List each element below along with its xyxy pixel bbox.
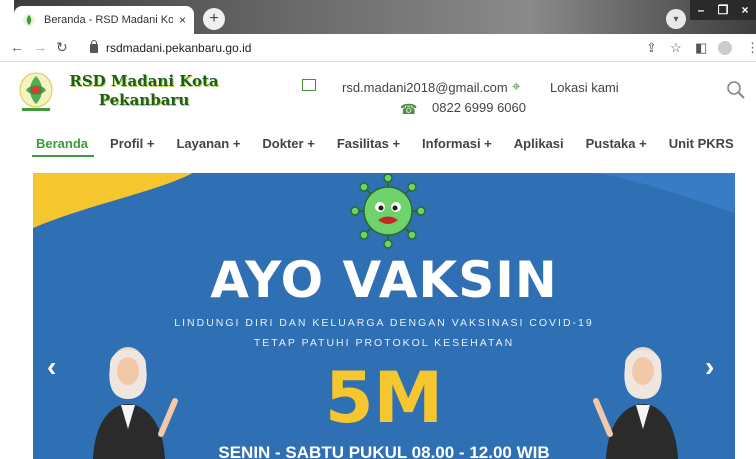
bookmark-star-icon[interactable]: ☆ xyxy=(670,40,682,56)
url-text: rsdmadani.pekanbaru.go.id xyxy=(106,41,252,55)
nav-item-beranda[interactable]: Beranda xyxy=(31,136,95,157)
maximize-button[interactable]: ❐ xyxy=(712,0,734,20)
carousel-prev-arrow-icon[interactable]: ‹ xyxy=(47,351,56,383)
carousel-next-arrow-icon[interactable]: › xyxy=(705,351,714,383)
phone-number[interactable]: 0822 6999 6060 xyxy=(432,100,526,115)
doctor-left-figure-icon xyxy=(93,347,178,459)
hospital-brand-name[interactable]: RSD Madani Kota Pekanbaru xyxy=(64,72,224,110)
reload-icon[interactable]: ↻ xyxy=(56,39,68,56)
banner-subtitle-1: LINDUNGI DIRI DAN KELUARGA DENGAN VAKSIN… xyxy=(174,317,594,329)
location-map-icon: ⌖ xyxy=(512,78,521,95)
location-link[interactable]: Lokasi kami xyxy=(550,80,619,95)
lock-icon xyxy=(90,39,98,53)
nav-item-fasilitas[interactable]: Fasilitas + xyxy=(337,136,400,151)
window-controls: – ❐ × xyxy=(690,0,756,20)
browser-menu-icon[interactable]: ⋮ xyxy=(746,40,756,56)
email-address[interactable]: rsd.madani2018@gmail.com xyxy=(342,80,508,95)
email-icon xyxy=(302,79,316,91)
nav-item-pustaka[interactable]: Pustaka + xyxy=(586,136,647,151)
nav-item-aplikasi[interactable]: Aplikasi xyxy=(514,136,564,151)
forward-arrow-icon[interactable]: → xyxy=(33,39,47,55)
brand-line-2: Pekanbaru xyxy=(98,91,190,109)
close-window-button[interactable]: × xyxy=(734,0,756,20)
address-bar: ← → ↻ rsdmadani.pekanbaru.go.id ⇪ ☆ ◧ ⋮ xyxy=(0,34,756,62)
brand-line-1: RSD Madani Kota xyxy=(69,72,219,90)
browser-tab[interactable]: Beranda - RSD Madani Kota Peka × xyxy=(14,6,194,34)
hospital-logo-icon xyxy=(19,72,53,111)
main-navigation: Beranda Profil + Layanan + Dokter + Fasi… xyxy=(31,136,756,157)
nav-item-informasi[interactable]: Informasi + xyxy=(422,136,492,151)
new-tab-button[interactable]: + xyxy=(203,8,225,30)
nav-item-dokter[interactable]: Dokter + xyxy=(262,136,314,151)
nav-item-layanan[interactable]: Layanan + xyxy=(176,136,240,151)
nav-item-unit-pkrs[interactable]: Unit PKRS xyxy=(669,136,734,151)
minimize-button[interactable]: – xyxy=(690,0,712,20)
tab-close-icon[interactable]: × xyxy=(179,13,186,27)
virus-mascot-icon xyxy=(350,173,426,249)
nav-item-profil[interactable]: Profil + xyxy=(110,136,154,151)
tab-title: Beranda - RSD Madani Kota Peka xyxy=(44,14,173,26)
share-icon[interactable]: ⇪ xyxy=(646,40,657,56)
tabbar-edge xyxy=(0,0,14,34)
doctor-right-figure-icon xyxy=(593,347,678,459)
phone-icon: ☎ xyxy=(400,101,418,117)
site-favicon-icon xyxy=(23,14,35,26)
back-arrow-icon[interactable]: ← xyxy=(10,39,24,55)
search-icon[interactable] xyxy=(726,80,746,100)
hero-carousel: AYO VAKSIN LINDUNGI DIRI DAN KELUARGA DE… xyxy=(33,173,735,459)
banner-headline: AYO VAKSIN xyxy=(210,251,558,309)
url-field[interactable]: rsdmadani.pekanbaru.go.id xyxy=(90,39,252,55)
tab-search-chevron-icon[interactable]: ▾ xyxy=(666,9,686,29)
side-panel-icon[interactable]: ◧ xyxy=(695,40,707,56)
browser-tabbar: Beranda - RSD Madani Kota Peka × + ▾ – ❐… xyxy=(0,0,756,34)
profile-avatar-icon[interactable] xyxy=(718,41,732,55)
